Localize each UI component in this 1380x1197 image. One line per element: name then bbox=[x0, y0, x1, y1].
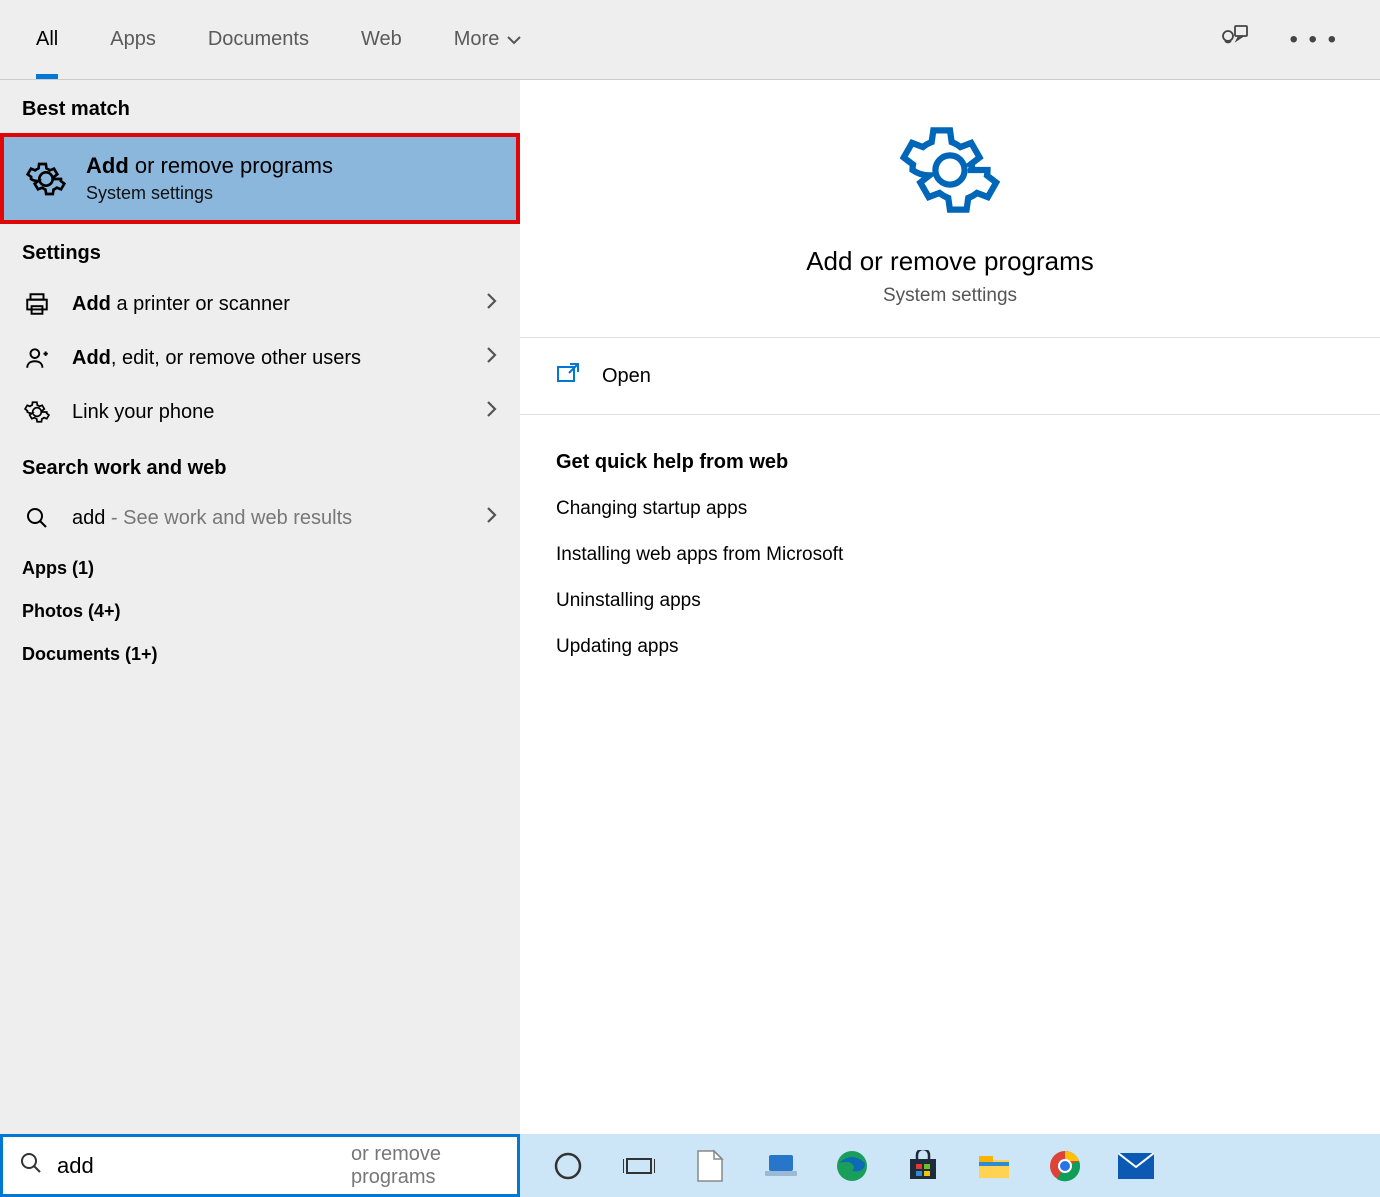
best-match-title: Add or remove programs bbox=[86, 153, 333, 179]
help-link[interactable]: Updating apps bbox=[556, 636, 1344, 658]
app-icon-edge[interactable] bbox=[834, 1148, 870, 1184]
feedback-icon[interactable] bbox=[1221, 24, 1249, 55]
help-link[interactable]: Changing startup apps bbox=[556, 498, 1344, 520]
user-add-icon bbox=[22, 345, 52, 371]
search-icon bbox=[22, 506, 52, 530]
tab-more[interactable]: More bbox=[428, 0, 548, 79]
chevron-down-icon bbox=[507, 28, 521, 51]
documents-count-header[interactable]: Documents (1+) bbox=[0, 630, 520, 673]
settings-item-link-phone[interactable]: Link your phone bbox=[0, 385, 520, 439]
tab-all[interactable]: All bbox=[10, 0, 84, 79]
more-options-icon[interactable]: • • • bbox=[1289, 26, 1338, 54]
settings-header: Settings bbox=[0, 224, 520, 277]
search-tabs: All Apps Documents Web More • • • bbox=[0, 0, 1380, 80]
preview-title: Add or remove programs bbox=[520, 246, 1380, 277]
web-search-label: add - See work and web results bbox=[72, 507, 466, 530]
printer-icon bbox=[22, 291, 52, 317]
settings-item-label: Add a printer or scanner bbox=[72, 293, 466, 316]
open-button[interactable]: Open bbox=[520, 337, 1380, 415]
apps-count-header[interactable]: Apps (1) bbox=[0, 544, 520, 587]
chevron-right-icon bbox=[486, 400, 498, 424]
tab-apps[interactable]: Apps bbox=[84, 0, 182, 79]
gear-icon bbox=[26, 159, 66, 199]
search-box[interactable]: or remove programs bbox=[0, 1134, 520, 1197]
app-icon-explorer[interactable] bbox=[976, 1148, 1012, 1184]
search-input[interactable] bbox=[57, 1153, 345, 1179]
tab-documents[interactable]: Documents bbox=[182, 0, 335, 79]
app-icon-mail[interactable] bbox=[1118, 1148, 1154, 1184]
app-icon-chrome[interactable] bbox=[1047, 1148, 1083, 1184]
app-icon-store[interactable] bbox=[905, 1148, 941, 1184]
settings-item-label: Link your phone bbox=[72, 401, 466, 424]
best-match-item[interactable]: Add or remove programs System settings bbox=[0, 133, 520, 224]
chevron-right-icon bbox=[486, 292, 498, 316]
web-search-item[interactable]: add - See work and web results bbox=[0, 492, 520, 544]
chevron-right-icon bbox=[486, 506, 498, 530]
search-web-header: Search work and web bbox=[0, 439, 520, 492]
help-link[interactable]: Installing web apps from Microsoft bbox=[556, 544, 1344, 566]
tab-more-label: More bbox=[454, 28, 500, 51]
gear-icon bbox=[22, 399, 52, 425]
search-ghost-text: or remove programs bbox=[351, 1143, 501, 1189]
settings-item-label: Add, edit, or remove other users bbox=[72, 347, 466, 370]
help-title: Get quick help from web bbox=[556, 451, 1344, 474]
search-icon bbox=[19, 1151, 43, 1181]
help-link[interactable]: Uninstalling apps bbox=[556, 590, 1344, 612]
settings-item-users[interactable]: Add, edit, or remove other users bbox=[0, 331, 520, 385]
photos-count-header[interactable]: Photos (4+) bbox=[0, 587, 520, 630]
taskbar: or remove programs bbox=[0, 1134, 1380, 1197]
cortana-icon[interactable] bbox=[550, 1148, 586, 1184]
best-match-header: Best match bbox=[0, 80, 520, 133]
app-icon-laptop[interactable] bbox=[763, 1148, 799, 1184]
taskbar-tray bbox=[520, 1134, 1380, 1197]
tab-web[interactable]: Web bbox=[335, 0, 428, 79]
preview-panel: Add or remove programs System settings O… bbox=[520, 80, 1380, 1134]
preview-header: Add or remove programs System settings bbox=[520, 80, 1380, 337]
help-section: Get quick help from web Changing startup… bbox=[520, 415, 1380, 1134]
app-icon-libreoffice[interactable] bbox=[692, 1148, 728, 1184]
chevron-right-icon bbox=[486, 346, 498, 370]
preview-subtitle: System settings bbox=[520, 285, 1380, 307]
task-view-icon[interactable] bbox=[621, 1148, 657, 1184]
open-icon bbox=[556, 362, 580, 390]
gear-icon bbox=[520, 120, 1380, 226]
results-panel: Best match Add or remove programs System… bbox=[0, 80, 520, 1134]
open-label: Open bbox=[602, 365, 651, 388]
settings-item-printer[interactable]: Add a printer or scanner bbox=[0, 277, 520, 331]
best-match-subtitle: System settings bbox=[86, 183, 333, 204]
